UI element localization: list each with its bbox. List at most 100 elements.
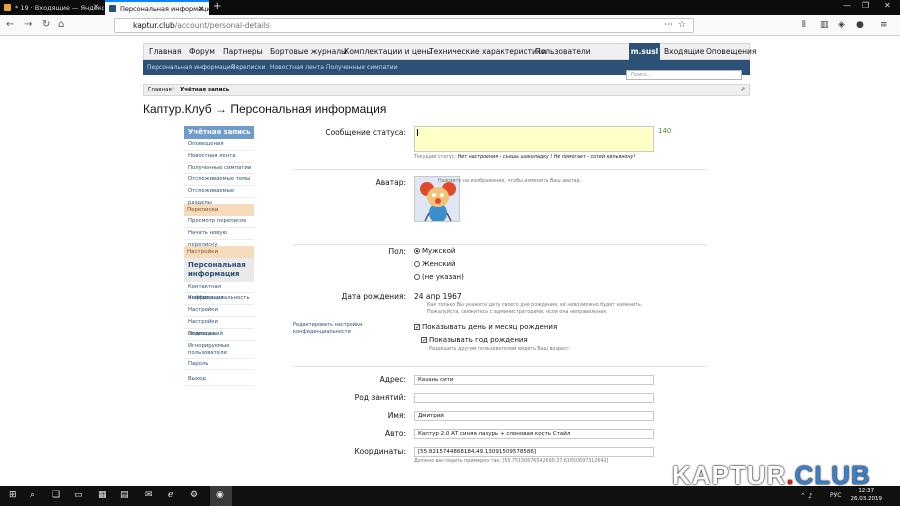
site-icon: [109, 5, 116, 12]
current-status-prefix: Текущий статус:: [414, 155, 457, 160]
reload-icon[interactable]: ↻: [42, 19, 50, 30]
menu-icon[interactable]: ≡: [880, 20, 888, 30]
address-field[interactable]: Казань сити: [414, 375, 654, 385]
nav-partners[interactable]: Партнеры: [223, 44, 263, 59]
occupation-label: Род занятий:: [354, 393, 406, 402]
breadcrumb: Главная › Учётная запись › ⇗: [143, 84, 750, 96]
nav-users[interactable]: Пользователи: [535, 44, 591, 59]
personal-details-form: Сообщение статуса: 140 Текущий статус: Н…: [293, 122, 709, 486]
home-icon[interactable]: ⌂: [58, 19, 64, 30]
sidebar-item-logout[interactable]: Выход: [184, 374, 254, 387]
dob-label: Дата рождения:: [341, 292, 406, 301]
nav-equipment[interactable]: Комплектации и цены: [344, 44, 432, 59]
maximize-icon[interactable]: ❐: [862, 1, 869, 10]
name-field[interactable]: Дмитрий: [414, 411, 654, 421]
divider: [293, 366, 707, 367]
search-icon[interactable]: ⌕: [30, 490, 35, 500]
account-icon[interactable]: ●: [856, 20, 864, 30]
page-title: Каптур.Клуб → Персональная информация: [143, 102, 387, 116]
close-icon[interactable]: ✕: [198, 5, 204, 13]
mail-app-icon[interactable]: ✉: [145, 490, 153, 500]
occupation-field[interactable]: [414, 393, 654, 403]
sidebar-item-alert-prefs[interactable]: Настройки оповещений: [184, 317, 254, 337]
more-icon[interactable]: ⋯: [664, 20, 673, 30]
back-icon[interactable]: ←: [6, 19, 14, 30]
tray-icons[interactable]: ⌃ ♪: [800, 492, 813, 500]
subnav-personal[interactable]: Персональная информация: [147, 60, 234, 75]
sidebar-item-watched-threads[interactable]: Отслеживаемые темы: [184, 174, 254, 187]
radio-icon: [414, 274, 420, 280]
tab-personal-info[interactable]: Персональная информация ✕: [105, 0, 209, 15]
sidebar-item-news-feed[interactable]: Новостная лента: [184, 151, 254, 163]
sidebar-heading-account[interactable]: Учётная запись: [184, 126, 254, 139]
subnav-likes[interactable]: Полученные симпатии: [326, 60, 398, 75]
store-icon[interactable]: ▦: [98, 490, 107, 500]
privacy-settings-link[interactable]: Редактировать настройки конфиденциальнос…: [293, 322, 365, 335]
divider: [293, 169, 707, 170]
show-day-month-checkbox[interactable]: ✓ Показывать день и месяц рождения: [414, 323, 557, 331]
clock[interactable]: 12:37 26.03.2019: [851, 487, 883, 503]
coords-hint: Должно выглядеть примерно так: [55.75150…: [414, 459, 609, 464]
subnav-conversations[interactable]: Переписки: [231, 60, 265, 75]
library-icon[interactable]: ⫴: [802, 20, 806, 30]
user-menu[interactable]: m.susl: [629, 43, 660, 61]
minimize-icon[interactable]: —: [843, 1, 851, 10]
radio-label: Мужской: [422, 247, 456, 255]
nav-alerts[interactable]: Оповещения: [706, 44, 756, 59]
car-field[interactable]: Каптур 2.0 АТ синяя лазурь + слоновая ко…: [414, 429, 654, 439]
explorer-icon[interactable]: ▤: [120, 490, 129, 500]
popout-icon[interactable]: ⇗: [740, 85, 745, 95]
ie-icon[interactable]: ℯ: [168, 490, 173, 500]
crumb-home[interactable]: Главная: [148, 85, 172, 95]
nav-specs[interactable]: Технические характеристики: [429, 44, 546, 59]
coords-field[interactable]: [55.8215744868184,49.13091509578586]: [414, 447, 654, 457]
forward-icon[interactable]: →: [24, 19, 32, 30]
firefox-icon[interactable]: ◉: [210, 486, 232, 506]
bookmark-icon[interactable]: ☆: [678, 20, 686, 30]
url-bar[interactable]: kaptur.club/account/personal-details: [114, 18, 694, 33]
text-cursor: [417, 129, 418, 136]
language-indicator[interactable]: РУС: [830, 492, 841, 499]
settings-icon[interactable]: ⚙: [190, 490, 198, 500]
mail-icon: [4, 4, 11, 11]
nav-inbox[interactable]: Входящие: [664, 44, 704, 59]
tab-inbox[interactable]: * 19 · Входящие — Яндекс.По✕: [0, 0, 104, 15]
close-icon[interactable]: ✕: [93, 3, 99, 11]
search-input[interactable]: Поиск...: [626, 70, 742, 80]
crumb-account[interactable]: Учётная запись: [180, 85, 229, 95]
windows-start-icon[interactable]: ⊞: [9, 490, 17, 500]
file-explorer-icon[interactable]: ▭: [74, 490, 83, 500]
checkbox-label: Показывать год рождения: [429, 336, 528, 344]
gender-female-radio[interactable]: Женский: [414, 260, 456, 268]
sidebar-item-preferences[interactable]: Настройки: [184, 305, 254, 317]
sidebar-item-password[interactable]: Пароль: [184, 359, 254, 371]
gender-male-radio[interactable]: Мужской: [414, 247, 455, 255]
sidebar-heading-settings: Настройки: [184, 245, 254, 258]
new-tab-icon[interactable]: +: [213, 1, 221, 12]
nav-home[interactable]: Главная: [149, 44, 181, 59]
sidebar-item-ignored[interactable]: Игнорируемые пользователи: [184, 341, 254, 359]
sidebar-item-personal-details[interactable]: Персональная информация: [184, 257, 254, 282]
radio-icon: [414, 261, 420, 267]
window-close-icon[interactable]: ✕: [884, 1, 891, 10]
sidebar-item-privacy[interactable]: Конфиденциальность: [184, 293, 254, 306]
task-view-icon[interactable]: ❑: [52, 490, 60, 500]
radio-label: Женский: [422, 260, 456, 268]
sidebar-item-start-conversation[interactable]: Начать новую переписку: [184, 228, 254, 248]
subnav-news-feed[interactable]: Новостная лента: [270, 60, 324, 75]
nav-forum[interactable]: Форум: [189, 44, 215, 59]
sidebar-item-view-conversations[interactable]: Просмотр переписок: [184, 216, 254, 228]
nav-journals[interactable]: Бортовые журналы: [270, 44, 347, 59]
sidebar-item-contact[interactable]: Контактная информация: [184, 282, 254, 301]
sidebar-icon[interactable]: ▥: [820, 20, 829, 30]
chevron-right-icon: ›: [172, 84, 176, 93]
sidebar-item-likes[interactable]: Полученные симпатии: [184, 163, 254, 175]
extension-icon[interactable]: ◈: [838, 20, 845, 30]
gender-unspecified-radio[interactable]: (не указан): [414, 273, 464, 281]
sidebar-item-watched-forums[interactable]: Отслеживаемые разделы: [184, 186, 254, 206]
browser-tab-bar: * 19 · Входящие — Яндекс.По✕ Персональна…: [0, 0, 900, 15]
sidebar-item-alerts[interactable]: Оповещения: [184, 139, 254, 151]
show-year-checkbox[interactable]: ✓ Показывать год рождения: [421, 336, 528, 344]
current-status-text: Нет настроения - съешь шоколадку ! Не по…: [457, 155, 636, 160]
status-textarea[interactable]: [414, 126, 654, 152]
